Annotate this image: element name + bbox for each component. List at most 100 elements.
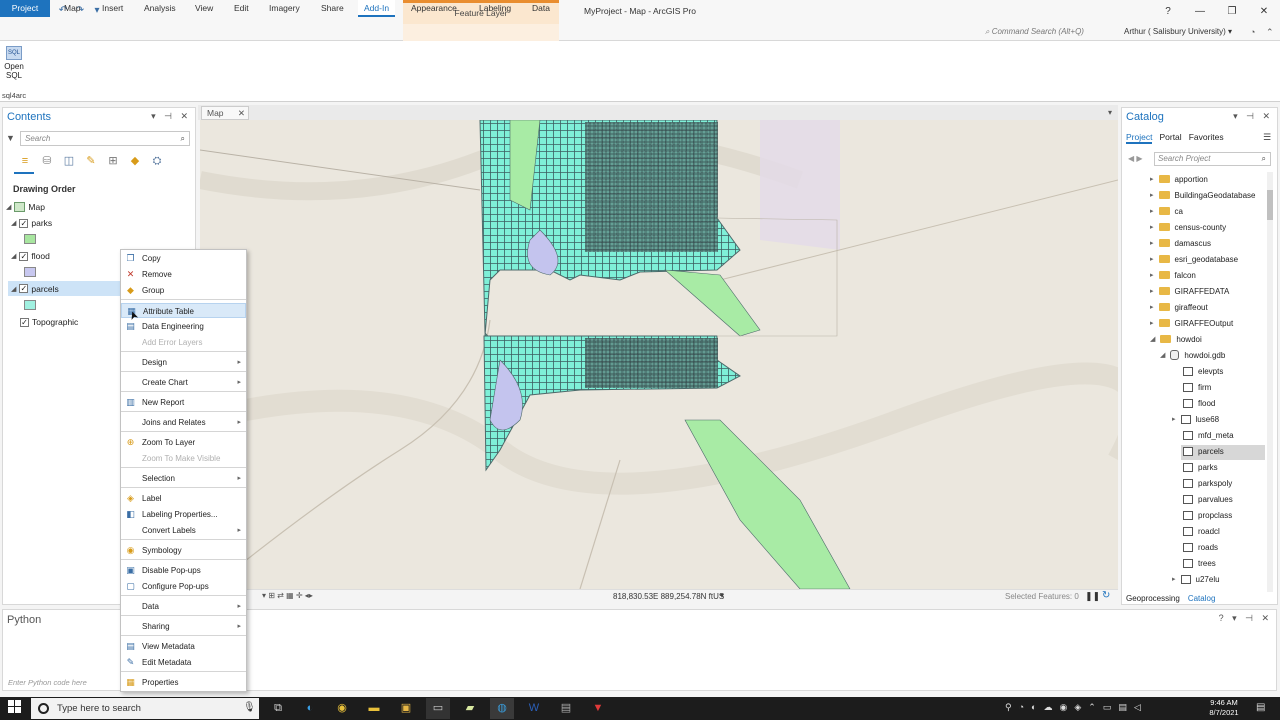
catalog-geodatabase[interactable]: ◢ howdoi.gdb [1160, 348, 1225, 362]
taskbar-search[interactable]: Type here to search [31, 698, 259, 719]
tree-layer-flood[interactable]: ◢ ✓ flood [11, 251, 50, 261]
catalog-item[interactable]: roads [1183, 540, 1218, 554]
tab-map[interactable]: Map [58, 0, 87, 17]
menu-item-zoom-to-layer[interactable]: ⊕ Zoom To Layer [121, 435, 246, 450]
menu-item-disable-pop-ups[interactable]: ▣ Disable Pop-ups [121, 563, 246, 578]
tray-icon[interactable]: ◈ [1074, 702, 1081, 713]
terminal-icon[interactable]: ▭ [426, 698, 450, 719]
map-nav-tools[interactable]: ▾ ⊞ ⇄ ▦ ✛ ◂▸ [262, 591, 313, 600]
catalog-folder[interactable]: ▸ damascus [1150, 236, 1211, 250]
menu-item-labeling-properties[interactable]: ◧ Labeling Properties... [121, 507, 246, 522]
catalog-folder[interactable]: ▸ GIRAFFEDATA [1150, 284, 1229, 298]
tab-list-dropdown-icon[interactable]: ▾ [1108, 108, 1112, 117]
tree-layer-parks[interactable]: ◢ ✓ parks [11, 218, 52, 228]
people-icon[interactable]: ⚲ [1005, 702, 1012, 713]
layer-visibility-checkbox[interactable]: ✓ [19, 218, 29, 228]
catalog-folder[interactable]: ▸ falcon [1150, 268, 1196, 282]
collapse-arrow-icon[interactable]: ◢ [11, 252, 16, 260]
list-by-editing-icon[interactable]: ✎ [82, 153, 100, 169]
show-hidden-icons-icon[interactable]: ⌃ [1088, 702, 1096, 713]
clock[interactable]: 9:46 AM 8/7/2021 [1202, 698, 1246, 718]
list-by-perspective-icon[interactable]: ⛭ [148, 153, 166, 169]
tree-map[interactable]: ◢ Map [6, 202, 45, 212]
catalog-folder[interactable]: ▸ giraffeout [1150, 300, 1208, 314]
menu-item-design[interactable]: Design ▸ [121, 355, 246, 370]
menu-item-create-chart[interactable]: Create Chart ▸ [121, 375, 246, 390]
catalog-item[interactable]: elevpts [1183, 364, 1223, 378]
filter-icon[interactable]: ▼ [6, 133, 15, 143]
close-button[interactable]: ✕ [1248, 0, 1280, 24]
collapse-arrow-icon[interactable]: ◢ [6, 203, 11, 211]
catalog-item[interactable]: firm [1183, 380, 1211, 394]
menu-item-sharing[interactable]: Sharing ▸ [121, 619, 246, 634]
tab-geoprocessing[interactable]: Geoprocessing [1126, 594, 1180, 603]
tab-analysis[interactable]: Analysis [138, 0, 182, 17]
notes-icon[interactable]: ▰ [458, 698, 482, 719]
tab-catalog-favorites[interactable]: Favorites [1189, 132, 1224, 144]
back-icon[interactable]: ◀ ▶ [1128, 154, 1143, 163]
tab-imagery[interactable]: Imagery [263, 0, 306, 17]
catalog-folder[interactable]: ▸ ca [1150, 204, 1183, 218]
list-by-labeling-icon[interactable]: ◆ [126, 153, 144, 169]
app-icon[interactable]: ▤ [554, 698, 578, 719]
catalog-item[interactable]: ▸ luse68 [1172, 412, 1219, 426]
tab-share[interactable]: Share [315, 0, 350, 17]
catalog-folder[interactable]: ▸ apportion [1150, 172, 1208, 186]
tray-icon[interactable]: ◔ [1019, 702, 1024, 713]
chrome-icon[interactable]: ◉ [330, 698, 354, 719]
collapse-arrow-icon[interactable]: ◢ [11, 219, 16, 227]
word-icon[interactable]: W [522, 698, 546, 719]
catalog-folder[interactable]: ▸ esri_geodatabase [1150, 252, 1238, 266]
tray-icon[interactable]: ◉ [1059, 702, 1067, 713]
catalog-item-selected[interactable]: parcels [1183, 444, 1224, 458]
menu-item-data-engineering[interactable]: ▤ Data Engineering [121, 319, 246, 334]
menu-item-symbology[interactable]: ◉ Symbology [121, 543, 246, 558]
refresh-icon[interactable]: ↻ [1102, 590, 1110, 601]
microphone-icon[interactable]: 🎙 [243, 702, 256, 713]
tab-project[interactable]: Project [0, 0, 50, 17]
menu-item-view-metadata[interactable]: ▤ View Metadata [121, 639, 246, 654]
edge-icon[interactable]: ◐ [298, 698, 322, 719]
tab-catalog-project[interactable]: Project [1126, 132, 1153, 144]
catalog-item[interactable]: flood [1183, 396, 1215, 410]
catalog-item[interactable]: roadcl [1183, 524, 1220, 538]
task-view-icon[interactable]: ⧉ [266, 698, 290, 719]
menu-item-data[interactable]: Data ▸ [121, 599, 246, 614]
list-by-selection-icon[interactable]: ◫ [60, 153, 78, 169]
selected-features-count[interactable]: Selected Features: 0 [1005, 592, 1079, 601]
pane-controls[interactable]: ▾ ⊣ ✕ [151, 111, 191, 122]
layer-visibility-checkbox[interactable]: ✓ [19, 251, 29, 261]
catalog-item[interactable]: propclass [1183, 508, 1232, 522]
tab-appearance[interactable]: Appearance [405, 0, 463, 17]
app-icon[interactable]: ▣ [394, 698, 418, 719]
tab-map-view[interactable]: Map ✕ [201, 106, 249, 120]
tree-layer-parcels[interactable]: ◢ ✓ parcels [8, 281, 122, 296]
close-icon[interactable]: ✕ [238, 107, 245, 119]
onedrive-icon[interactable]: ☁ [1043, 702, 1052, 713]
volume-icon[interactable]: ◁ [1134, 702, 1141, 713]
catalog-item[interactable]: parvalues [1183, 492, 1233, 506]
tab-catalog-portal[interactable]: Portal [1159, 132, 1181, 144]
tray-icon[interactable]: ◐ [1031, 702, 1036, 713]
help-button[interactable]: ? [1152, 0, 1184, 24]
pause-drawing-icon[interactable]: ❚❚ [1085, 591, 1100, 602]
user-account[interactable]: Arthur ( Salisbury University) ▾ [1124, 27, 1232, 36]
menu-item-configure-pop-ups[interactable]: ▢ Configure Pop-ups [121, 579, 246, 594]
list-by-source-icon[interactable]: ⛁ [38, 153, 56, 169]
list-by-drawing-order-icon[interactable]: ≡ [16, 153, 34, 169]
coordinate-format-dropdown-icon[interactable]: ▾ [720, 591, 724, 600]
minimize-button[interactable]: — [1184, 0, 1216, 24]
menu-item-remove[interactable]: ✕ Remove [121, 267, 246, 282]
menu-item-new-report[interactable]: ▥ New Report [121, 395, 246, 410]
tree-layer-topographic[interactable]: ✓ Topographic [20, 317, 78, 327]
catalog-item[interactable]: mfd_meta [1183, 428, 1234, 442]
file-explorer-icon[interactable]: ▬ [362, 698, 386, 719]
catalog-folder[interactable]: ▸ BuildingaGeodatabase [1150, 188, 1255, 202]
pane-controls[interactable]: ▾ ⊣ ✕ [1233, 111, 1273, 122]
parcels-symbol-swatch[interactable] [24, 300, 36, 310]
tab-view[interactable]: View [189, 0, 219, 17]
tab-catalog[interactable]: Catalog [1188, 594, 1216, 603]
catalog-folder[interactable]: ▸ census-county [1150, 220, 1226, 234]
catalog-item[interactable]: trees [1183, 556, 1216, 570]
scrollbar-thumb[interactable] [1267, 190, 1273, 220]
